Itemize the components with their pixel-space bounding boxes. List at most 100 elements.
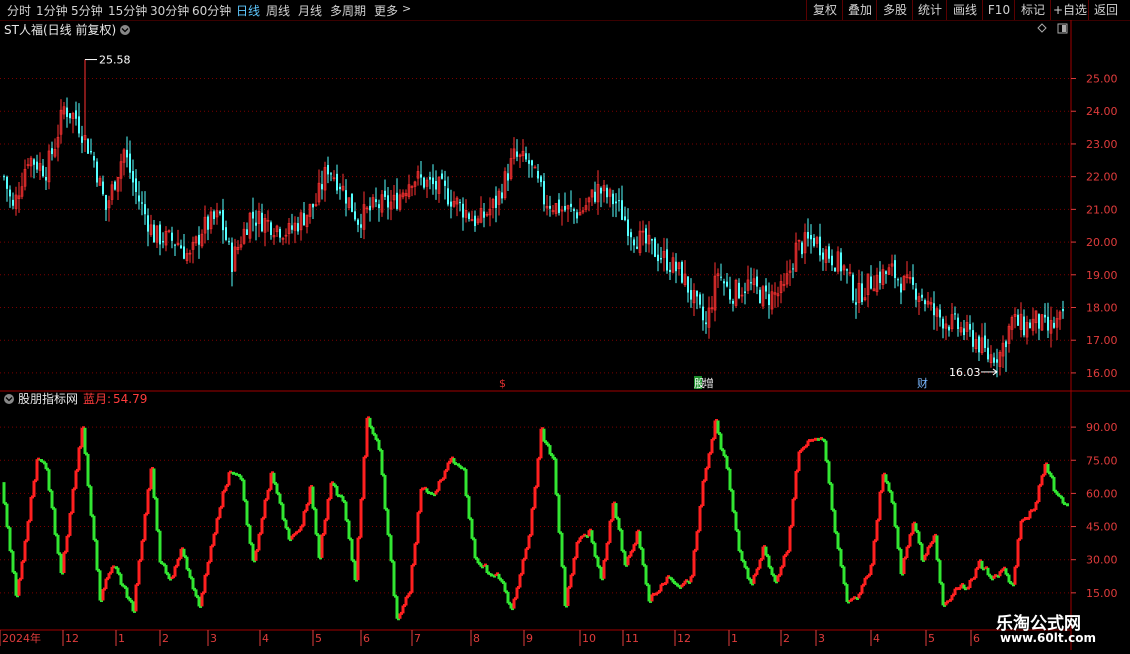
candle [246,222,248,236]
add-watchlist-button[interactable]: +自选 [1050,0,1089,20]
candlestick-series[interactable] [3,59,1064,378]
candle-body [948,326,950,331]
candle-body [138,195,140,202]
candle-body [549,205,551,209]
low-price-label: 16.03 [949,366,981,379]
indicator-dropdown-icon[interactable] [4,394,14,404]
tab-weekly[interactable]: 周线 [266,2,290,19]
candle-body [78,116,80,134]
candle [537,164,539,183]
tab-monthly[interactable]: 月线 [298,2,322,19]
fuquan-button[interactable]: 复权 [806,0,843,20]
candle-body [336,173,338,191]
candle [380,190,384,217]
indicator-series[interactable] [2,416,1069,621]
candle [549,195,551,217]
multi-stock-button[interactable]: 多股 [876,0,913,20]
statistics-button[interactable]: 统计 [912,0,947,20]
candle [233,238,237,272]
overlay-button[interactable]: 叠加 [842,0,877,20]
tab-1min[interactable]: 1分钟 [36,2,68,19]
tab-15min[interactable]: 15分钟 [108,2,147,19]
candle [1040,313,1044,332]
candle-body [819,236,821,256]
candle-body [984,335,986,348]
candle [933,291,935,330]
tab-more[interactable]: 更多 [374,2,398,19]
candle-body [600,187,602,194]
candle-body [207,216,209,230]
candle [872,275,876,292]
candle [942,316,944,339]
candle [410,185,414,197]
candle [444,170,446,200]
financial-report-marker[interactable]: 财 [917,376,928,390]
tab-fenshi[interactable]: 分时 [7,2,31,19]
candle [135,169,137,205]
share-increase-marker[interactable]: 增 [703,376,714,390]
drawing-button[interactable]: 画线 [946,0,983,20]
candle [275,224,279,237]
candle [581,207,585,215]
candle-body [261,212,263,232]
candle-body [291,225,293,230]
candle [257,202,261,238]
candle [969,315,971,337]
candle [81,125,83,154]
tab-30min[interactable]: 30分钟 [150,2,189,19]
stock-title: ST人福(日线 前复权) [4,22,116,37]
tab-daily[interactable]: 日线 [236,2,260,19]
candle [207,214,209,241]
candle [699,292,701,309]
candle [171,226,173,249]
candle-body [729,289,731,300]
tab-5min[interactable]: 5分钟 [71,2,103,19]
candle-body [657,254,659,262]
candle [890,254,894,277]
candle [846,268,848,284]
mark-button[interactable]: 标记 [1014,0,1051,20]
chevron-right-icon[interactable]: > [402,2,411,15]
candle [1031,307,1035,336]
tab-multi-period[interactable]: 多周期 [330,2,366,19]
candle [33,158,35,179]
candle [608,187,612,208]
tab-60min[interactable]: 60分钟 [192,2,231,19]
candle [1049,306,1053,348]
candle [110,180,114,205]
window-icon-fill [1062,25,1066,32]
stock-chart-svg[interactable]: 16.00 17.00 18.00 19.00 20.00 21.00 22.00 23.00… [0,20,1130,650]
candle-body [255,222,257,226]
candle [398,189,402,212]
candle [357,218,359,233]
f10-button[interactable]: F10 [982,0,1015,20]
candle [690,278,692,308]
dividend-marker[interactable]: $ [499,377,506,390]
diamond-icon[interactable] [1037,23,1047,33]
candle-body [42,165,44,177]
candle-body [618,200,620,202]
indicator-name: 股朋指标网 [18,391,78,406]
indicator-tick-label: 90.00 [1086,421,1118,434]
candle [279,226,281,243]
candle-body [105,194,107,210]
indicator-tick-label: 15.00 [1086,587,1118,600]
candle-body [996,359,998,363]
candle-body [174,244,176,246]
candle [1013,307,1017,329]
title-dropdown-icon[interactable] [120,25,130,35]
candle [509,148,513,181]
candle [912,264,914,290]
candle [641,220,645,246]
candle [828,243,830,263]
back-button[interactable]: 返回 [1088,0,1123,20]
date-tick-label: 5 [928,632,935,645]
candle [525,146,527,162]
candle [810,224,812,254]
candle [194,235,198,247]
candle-body [468,213,470,220]
price-tick-label: 25.00 [1086,73,1118,86]
candle-body [702,306,704,321]
candle-body [750,282,752,284]
date-tick-label: 3 [210,632,217,645]
